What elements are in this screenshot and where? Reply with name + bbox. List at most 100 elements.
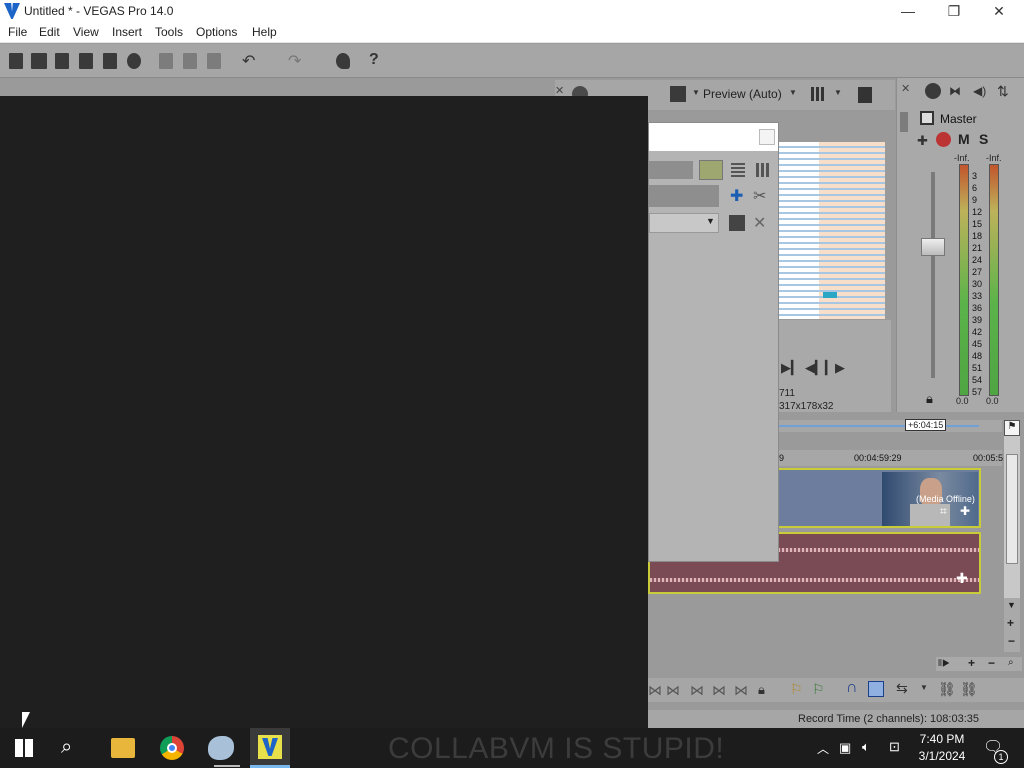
meter-scale-label: 6: [972, 183, 978, 193]
ignore-grouping-icon[interactable]: ⛓: [960, 681, 978, 698]
lock-event-icon[interactable]: 🔒︎: [758, 682, 765, 698]
delete-preset-icon[interactable]: ✕: [753, 213, 766, 233]
zoom-out-horizontal-icon[interactable]: −: [988, 656, 995, 670]
loop-region-bar[interactable]: [779, 425, 979, 427]
dialog-preset-select[interactable]: ▼: [649, 213, 719, 233]
pan-icon[interactable]: ✚: [917, 133, 928, 149]
undo-icon[interactable]: ↶: [242, 51, 255, 71]
timeline-vertical-scrollbar[interactable]: [1004, 436, 1020, 616]
thumbnail-view-icon[interactable]: [756, 163, 770, 177]
scroll-right-icon[interactable]: ⦀▶: [938, 658, 950, 669]
windows-start-icon[interactable]: [15, 739, 33, 757]
insert-bus-icon[interactable]: ⧓: [949, 84, 961, 98]
insert-region-icon[interactable]: ⚐: [812, 681, 825, 698]
preview-quality-dropdown-icon[interactable]: ▼: [789, 88, 797, 97]
speaker-icon[interactable]: ◀): [973, 84, 986, 98]
overlays-dropdown-icon[interactable]: ▼: [834, 88, 842, 97]
dialog-close-button[interactable]: [759, 129, 775, 145]
preset-dropdown-icon[interactable]: ▼: [706, 216, 715, 226]
split-screen-dropdown-icon[interactable]: ▼: [692, 88, 700, 97]
previous-frame-icon[interactable]: ◀▎: [805, 360, 825, 376]
next-frame-step-icon[interactable]: ▎▶: [825, 360, 845, 376]
split-icon[interactable]: ⋈: [712, 682, 726, 699]
open-folder-icon[interactable]: [31, 53, 47, 69]
restore-button[interactable]: ❐: [931, 0, 977, 23]
chrome-icon[interactable]: [160, 736, 184, 760]
auto-crossfade-icon[interactable]: [868, 681, 884, 697]
fader-lock-icon[interactable]: 🔒︎: [926, 391, 933, 407]
trim-end-icon[interactable]: ⋈: [690, 682, 704, 699]
copy-icon[interactable]: [183, 53, 197, 69]
split-screen-icon[interactable]: [670, 86, 686, 102]
paint-icon[interactable]: [208, 736, 234, 760]
menu-tools[interactable]: Tools: [155, 25, 183, 39]
close-pane-icon[interactable]: ✕: [555, 84, 567, 97]
preview-quality-select[interactable]: Preview (Auto): [703, 87, 782, 101]
zoom-in-horizontal-icon[interactable]: +: [968, 656, 975, 670]
edit-icon[interactable]: ⋈: [734, 682, 748, 699]
master-volume-fader[interactable]: [921, 238, 945, 256]
security-icon[interactable]: ⊡: [889, 739, 900, 755]
timeline-overview-bar[interactable]: +6:04:15: [779, 419, 1002, 432]
menu-options[interactable]: Options: [196, 25, 237, 39]
trim-icon[interactable]: ⋈: [666, 682, 680, 699]
menu-edit[interactable]: Edit: [39, 25, 60, 39]
file-explorer-icon[interactable]: [111, 738, 135, 758]
minimize-button[interactable]: —: [885, 0, 931, 23]
paste-icon[interactable]: [207, 53, 221, 69]
copy-snapshot-icon[interactable]: [858, 87, 872, 103]
close-button[interactable]: ✕: [976, 0, 1022, 23]
cut-icon[interactable]: [159, 53, 173, 69]
scrollbar-thumb[interactable]: [1006, 454, 1018, 564]
vegas-taskbar-button[interactable]: [250, 728, 290, 768]
whats-this-help-icon[interactable]: ?: [369, 51, 379, 69]
explorer-tool-icon[interactable]: [336, 53, 350, 69]
mute-button[interactable]: M: [958, 131, 970, 147]
ripple-dropdown-icon[interactable]: ▼: [920, 683, 928, 692]
downmix-icon[interactable]: ⇅: [997, 83, 1009, 100]
close-mixer-icon[interactable]: ✕: [901, 82, 910, 95]
mixer-side-handle[interactable]: [900, 112, 908, 132]
zoom-tool-icon[interactable]: ⌕: [1008, 657, 1014, 668]
menu-file[interactable]: File: [8, 25, 27, 39]
save-preset-icon[interactable]: [729, 215, 745, 231]
render-as-icon[interactable]: [103, 53, 117, 69]
next-frame-icon[interactable]: ▶▎: [781, 360, 801, 376]
marker-flag-icon[interactable]: ⚑: [1004, 420, 1020, 436]
remove-item-icon[interactable]: ✂: [753, 186, 766, 206]
menu-view[interactable]: View: [73, 25, 99, 39]
master-fx-icon[interactable]: [936, 132, 951, 147]
add-item-icon[interactable]: ✚: [730, 186, 743, 206]
menu-insert[interactable]: Insert: [112, 25, 142, 39]
show-hidden-icons-icon[interactable]: ︿: [817, 740, 829, 757]
scroll-down-icon[interactable]: ▼: [1007, 600, 1016, 610]
menu-help[interactable]: Help: [252, 25, 277, 39]
lock-envelopes-icon[interactable]: ⛓: [938, 681, 956, 698]
time-ruler[interactable]: 9 00:04:59:29 00:05:5: [779, 450, 1003, 466]
zoom-out-vertical-icon[interactable]: −: [1008, 634, 1015, 648]
new-project-icon[interactable]: [9, 53, 23, 69]
list-view-icon[interactable]: [699, 160, 723, 180]
insert-marker-icon[interactable]: ⚐: [790, 681, 803, 698]
overlays-grid-icon[interactable]: [811, 87, 825, 101]
snapping-magnet-icon[interactable]: ∩: [846, 679, 858, 697]
event-pan-crop-icon[interactable]: ⌗: [940, 504, 947, 519]
properties-gear-icon[interactable]: [127, 53, 141, 69]
save-as-icon[interactable]: [79, 53, 93, 69]
redo-icon[interactable]: ↷: [288, 51, 301, 71]
details-view-icon[interactable]: [731, 163, 745, 177]
search-icon[interactable]: ⌕: [61, 736, 72, 759]
event-fx-icon[interactable]: ✚: [960, 504, 970, 518]
zoom-in-vertical-icon[interactable]: +: [1007, 616, 1014, 630]
mixer-settings-gear-icon[interactable]: [925, 83, 941, 99]
volume-muted-icon[interactable]: 🔈︎: [862, 739, 870, 755]
solo-button[interactable]: S: [979, 131, 988, 147]
ripple-edit-icon[interactable]: ⇆: [896, 680, 908, 697]
dialog-text-field[interactable]: [649, 185, 719, 207]
clock-time[interactable]: 7:40 PM: [918, 732, 966, 746]
save-icon[interactable]: [55, 53, 69, 69]
network-icon[interactable]: ▣: [839, 740, 851, 756]
trim-start-icon[interactable]: ⋈: [648, 682, 662, 699]
audio-event-fx-icon[interactable]: ✚: [956, 570, 968, 587]
clock-date[interactable]: 3/1/2024: [914, 749, 970, 763]
